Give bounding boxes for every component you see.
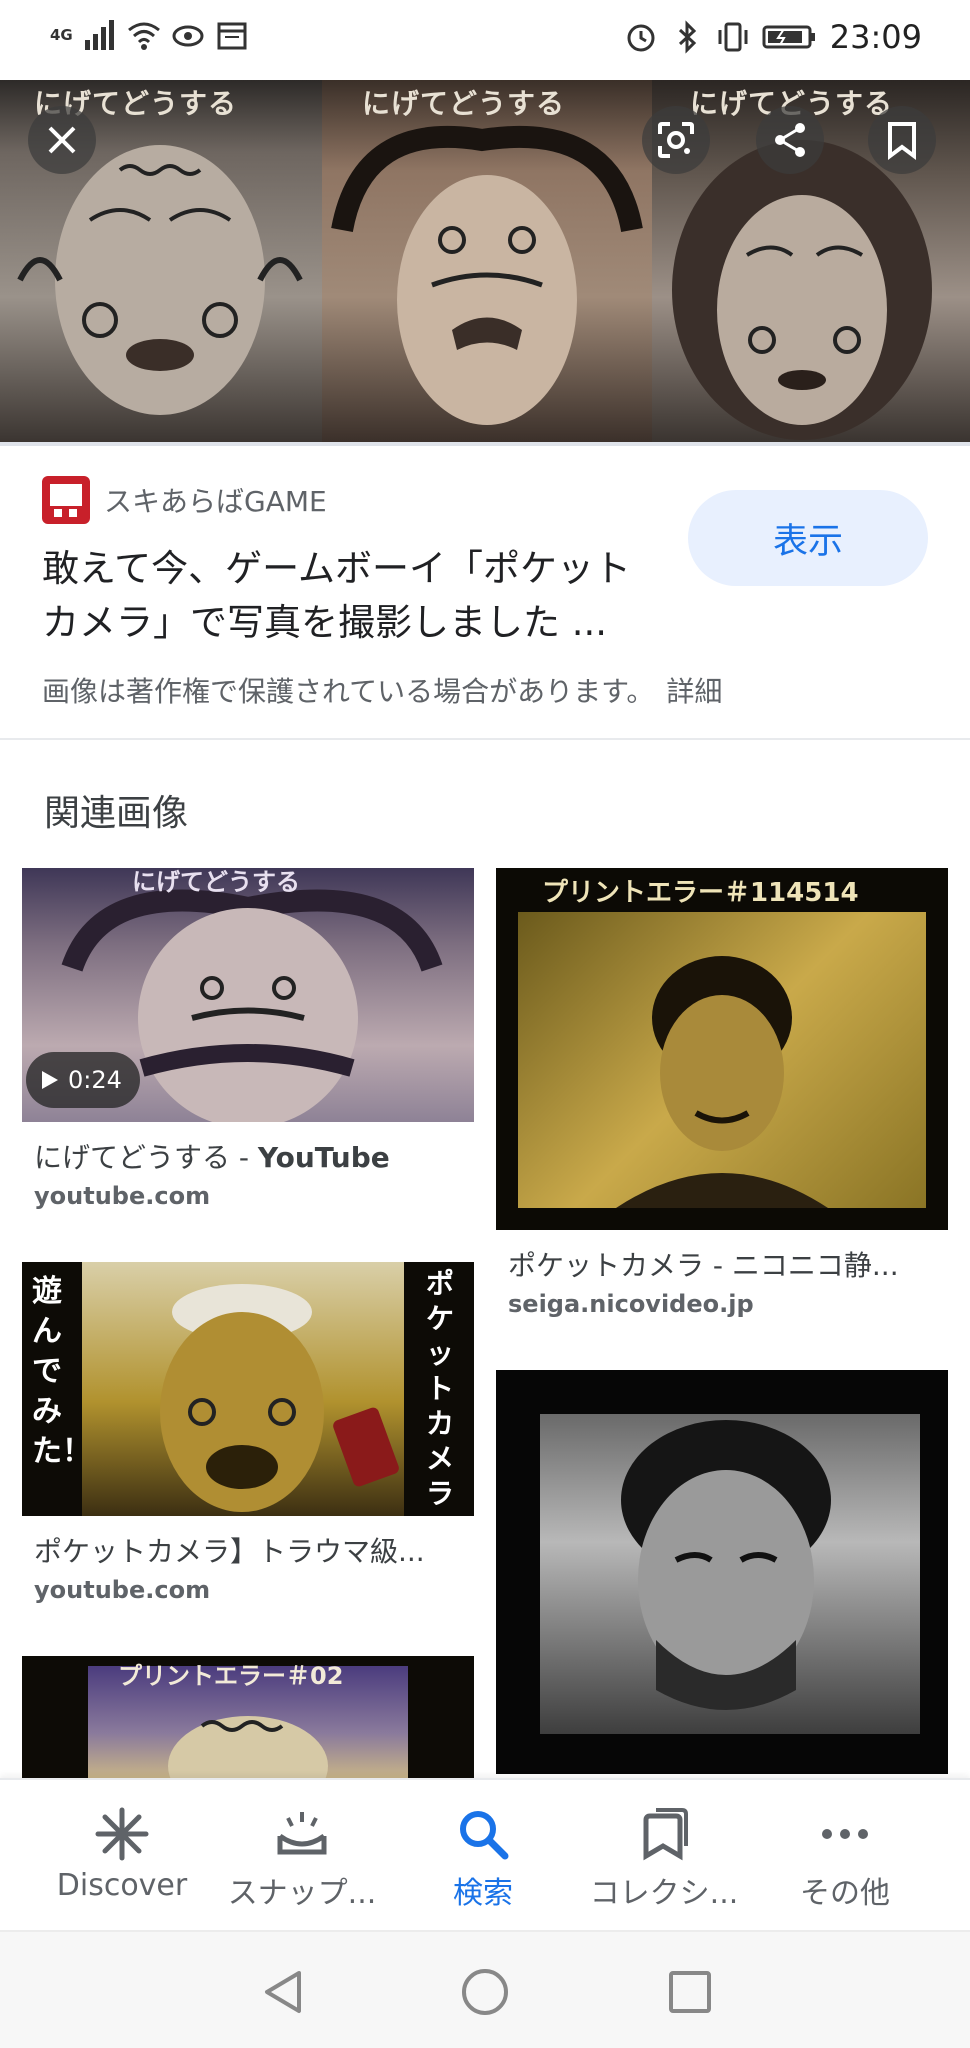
collections-icon	[643, 1808, 688, 1861]
thumbnail-face	[160, 1284, 399, 1512]
share-button[interactable]	[756, 106, 824, 174]
nav-more[interactable]: その他	[755, 1790, 935, 1920]
network-type: 4G	[50, 26, 73, 44]
related-title-text: にげてどうする -	[34, 1141, 258, 1174]
view-button[interactable]: 表示	[688, 490, 928, 586]
home-button[interactable]	[455, 1962, 515, 2022]
snapshot-icon	[277, 1812, 327, 1855]
detail-link[interactable]: 詳細	[666, 675, 722, 708]
related-title-text: ポケットカメラ - ニコニコ静...	[508, 1249, 899, 1282]
thumbnail-face	[616, 956, 828, 1208]
bookmark-button[interactable]	[868, 106, 936, 174]
related-heading: 関連画像	[44, 793, 189, 834]
related-domain: youtube.com	[34, 1182, 211, 1210]
battery-icon	[762, 25, 815, 49]
signal-icon	[84, 20, 114, 50]
related-thumbnail: にげてどうする 0:24	[22, 868, 474, 1122]
copyright-text: 画像は著作権で保護されている場合があります。	[42, 675, 655, 708]
related-title: ポケットカメラ - ニコニコ静...	[508, 1244, 899, 1284]
related-thumbnail: プリントエラー＃02	[22, 1656, 474, 1778]
recents-square-icon	[669, 1971, 711, 2013]
section-divider	[0, 738, 970, 740]
nav-label: その他	[800, 1876, 890, 1911]
calendar-icon	[217, 22, 247, 50]
bottom-navigation: Discover スナップ... 検索 コレクシ... その他	[0, 1778, 970, 1932]
site-logo-icon	[42, 476, 90, 524]
copyright-notice: 画像は著作権で保護されている場合があります。 詳細	[42, 670, 722, 710]
status-bar: 4G 23:09	[0, 0, 970, 80]
nav-discover[interactable]: Discover	[32, 1790, 212, 1920]
result-title-line1: 敢えて今、ゲームボーイ「ポケット	[42, 547, 632, 590]
related-card[interactable]: 遊んでみた！ ポケットカメラで ポケットカメラ】トラウマ級... youtube…	[22, 1262, 474, 1612]
related-thumbnail: 遊んでみた！ ポケットカメラで	[22, 1262, 474, 1516]
related-title: にげてどうする - YouTube	[34, 1136, 390, 1176]
status-left: 4G	[50, 18, 249, 52]
asterisk-icon	[95, 1807, 149, 1861]
hero-image[interactable]: にげてどうする にげてどうする にげてどうする	[0, 80, 970, 442]
eye-icon	[172, 25, 204, 47]
nav-label: 検索	[453, 1876, 513, 1911]
vibrate-icon	[718, 22, 748, 52]
share-icon	[775, 123, 805, 157]
bluetooth-icon	[678, 20, 696, 54]
search-icon	[460, 1811, 509, 1860]
nav-snapshot[interactable]: スナップ...	[212, 1790, 392, 1920]
wifi-icon	[127, 22, 160, 50]
thumbnail-right-text: ポケットカメラで	[426, 1267, 455, 1516]
status-right: 23:09	[624, 18, 922, 56]
close-button[interactable]	[28, 106, 96, 174]
thumbnail-caption: プリントエラー＃02	[118, 1662, 344, 1690]
related-card[interactable]: プリントエラー＃114514 ポケットカメラ - ニコニコ静... seiga.…	[496, 868, 948, 1324]
nav-label: コレクシ...	[589, 1876, 739, 1911]
site-name: スキあらばGAME	[104, 485, 327, 518]
thumbnail-caption: プリントエラー＃114514	[542, 878, 859, 908]
thumbnail-face	[621, 1420, 831, 1710]
home-circle-icon	[462, 1969, 508, 2015]
clock: 23:09	[829, 18, 922, 56]
alarm-icon	[627, 24, 655, 52]
close-icon	[48, 126, 76, 154]
related-card[interactable]	[496, 1370, 948, 1778]
related-card[interactable]: にげてどうする 0:24 にげてどうする - YouTube youtube.c…	[22, 868, 474, 1210]
nav-label: Discover	[56, 1868, 188, 1903]
hero-caption-2: にげてどうする	[362, 87, 566, 120]
more-icon	[822, 1829, 868, 1839]
related-title-bold: YouTube	[257, 1141, 390, 1174]
bookmark-icon	[888, 122, 916, 160]
hero-panel-2: にげてどうする	[322, 80, 652, 442]
back-triangle-icon	[265, 1971, 301, 2013]
result-title-line2: カメラ」で写真を撮影しました ...	[42, 601, 608, 644]
video-duration-badge: 0:24	[26, 1052, 140, 1108]
nav-label: スナップ...	[227, 1876, 377, 1911]
source-info: スキあらばGAME 敢えて今、ゲームボーイ「ポケット カメラ」で写真を撮影しまし…	[0, 446, 970, 738]
related-domain: seiga.nicovideo.jp	[508, 1290, 754, 1318]
drawn-face-2	[331, 125, 643, 425]
related-title-text: ポケットカメラ】トラウマ級...	[34, 1535, 425, 1568]
thumbnail-caption: にげてどうする	[132, 868, 300, 896]
system-navigation	[0, 1932, 970, 2048]
back-button[interactable]	[254, 1962, 314, 2022]
related-domain: youtube.com	[34, 1576, 211, 1604]
recents-button[interactable]	[660, 1962, 720, 2022]
site-row[interactable]: スキあらばGAME	[42, 476, 327, 524]
video-duration: 0:24	[68, 1066, 122, 1094]
related-card[interactable]: プリントエラー＃02	[22, 1656, 474, 1778]
result-title[interactable]: 敢えて今、ゲームボーイ「ポケット カメラ」で写真を撮影しました ...	[42, 542, 682, 650]
nav-collections[interactable]: コレクシ...	[574, 1790, 754, 1920]
thumbnail-left-text: 遊んでみた！	[32, 1274, 92, 1469]
play-icon	[42, 1071, 58, 1089]
related-title: ポケットカメラ】トラウマ級...	[34, 1530, 425, 1570]
nav-search[interactable]: 検索	[393, 1790, 573, 1920]
lens-icon	[658, 122, 694, 158]
related-thumbnail: プリントエラー＃114514	[496, 868, 948, 1230]
lens-button[interactable]	[642, 106, 710, 174]
related-thumbnail	[496, 1370, 948, 1774]
